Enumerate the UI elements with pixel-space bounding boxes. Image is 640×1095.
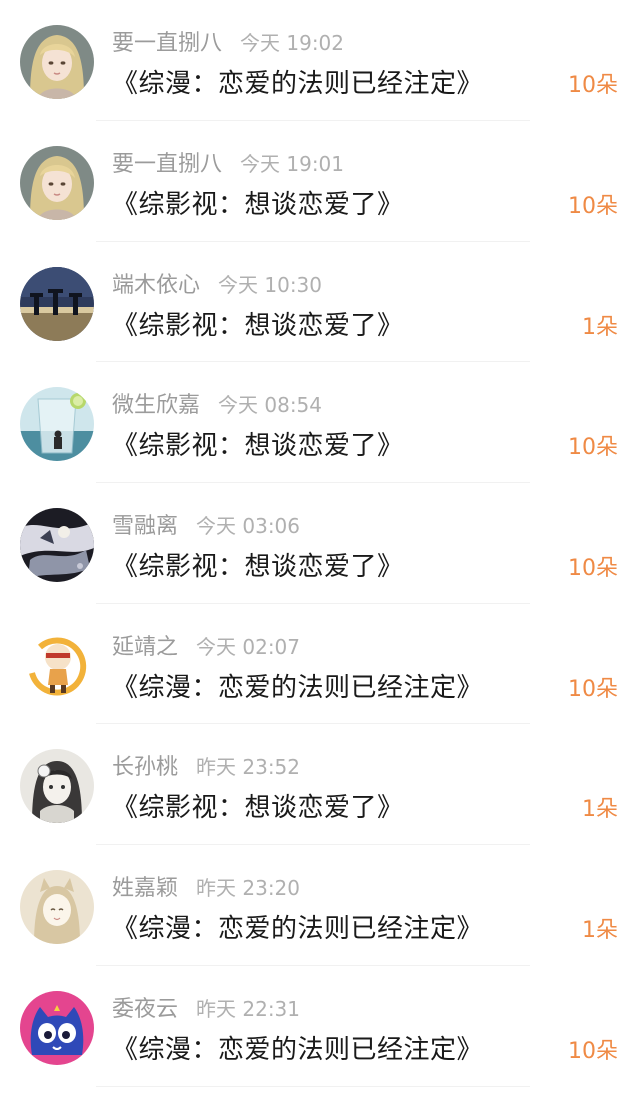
user-name[interactable]: 端木依心: [112, 273, 200, 298]
flower-count: 10朵: [568, 435, 618, 461]
flower-count: 10朵: [568, 73, 618, 98]
book-title[interactable]: 《综影视：想谈恋爱了》: [112, 306, 404, 346]
flower-count: 10朵: [568, 676, 618, 702]
user-name[interactable]: 雪融离: [112, 514, 178, 539]
glass-avatar-icon[interactable]: [20, 387, 94, 462]
list-item[interactable]: 要一直捌八 今天 19:02 《综漫：恋爱的法则已经注定》 10朵: [0, 0, 640, 121]
item-meta: 雪融离 今天 03:06: [112, 509, 300, 543]
girl-avatar-icon[interactable]: [20, 25, 94, 99]
sketch-avatar-icon[interactable]: [20, 749, 94, 824]
timestamp: 昨天 22:31: [196, 996, 301, 1021]
user-name[interactable]: 委夜云: [112, 997, 178, 1022]
flower-count: 1朵: [582, 314, 618, 340]
item-meta: 延靖之 今天 02:07: [112, 630, 300, 664]
flower-count: 10朵: [568, 556, 618, 582]
list-item[interactable]: 要一直捌八 今天 19:01 《综影视：想谈恋爱了》 10朵: [0, 121, 640, 242]
list-item[interactable]: 端木依心 今天 10:30 《综影视：想谈恋爱了》 1朵: [0, 242, 640, 363]
timestamp: 昨天 23:20: [196, 876, 301, 901]
list-item[interactable]: 长孙桃 昨天 23:52 《综影视：想谈恋爱了》 1朵: [0, 724, 640, 846]
item-meta: 要一直捌八 今天 19:02: [112, 26, 344, 60]
flower-count: 1朵: [582, 797, 618, 823]
timestamp: 今天 02:07: [196, 634, 301, 659]
list-item[interactable]: 延靖之 今天 02:07 《综漫：恋爱的法则已经注定》 10朵: [0, 604, 640, 725]
book-title[interactable]: 《综影视：想谈恋爱了》: [112, 426, 404, 466]
item-meta: 长孙桃 昨天 23:52: [112, 750, 300, 784]
book-title[interactable]: 《综漫：恋爱的法则已经注定》: [112, 1030, 483, 1070]
item-meta: 姓嘉颖 昨天 23:20: [112, 871, 300, 905]
cartoon-avatar-icon[interactable]: [20, 628, 94, 703]
book-title[interactable]: 《综影视：想谈恋爱了》: [112, 788, 404, 828]
user-name[interactable]: 微生欣嘉: [112, 393, 200, 418]
book-title[interactable]: 《综影视：想谈恋爱了》: [112, 547, 404, 587]
book-title[interactable]: 《综影视：想谈恋爱了》: [112, 185, 404, 225]
item-meta: 要一直捌八 今天 19:01: [112, 147, 344, 181]
flower-count: 10朵: [568, 194, 618, 219]
divider: [96, 1085, 530, 1087]
timestamp: 今天 03:06: [196, 514, 301, 539]
gift-record-list: 要一直捌八 今天 19:02 《综漫：恋爱的法则已经注定》 10朵 要一直捌八 今天…: [0, 0, 640, 1095]
timestamp: 昨天 23:52: [196, 755, 301, 780]
book-title[interactable]: 《综漫：恋爱的法则已经注定》: [112, 668, 483, 708]
user-name[interactable]: 要一直捌八: [112, 152, 222, 177]
silhouette-avatar-icon[interactable]: [20, 266, 94, 341]
timestamp: 今天 19:02: [240, 31, 345, 55]
user-name[interactable]: 延靖之: [112, 635, 178, 660]
list-item[interactable]: 微生欣嘉 今天 08:54 《综影视：想谈恋爱了》 10朵: [0, 362, 640, 484]
girl-avatar-icon[interactable]: [20, 146, 94, 220]
flower-count: 1朵: [582, 918, 618, 944]
timestamp: 今天 08:54: [218, 393, 323, 418]
item-meta: 端木依心 今天 10:30: [112, 268, 322, 302]
cat-girl-avatar-icon[interactable]: [20, 870, 94, 945]
user-name[interactable]: 要一直捌八: [112, 31, 222, 56]
list-item[interactable]: 姓嘉颖 昨天 23:20 《综漫：恋爱的法则已经注定》 1朵: [0, 845, 640, 966]
flower-count: 10朵: [568, 1038, 618, 1064]
list-item[interactable]: 委夜云 昨天 22:31 《综漫：恋爱的法则已经注定》 10朵: [0, 966, 640, 1087]
timestamp: 今天 19:01: [240, 152, 345, 176]
anime-avatar-icon[interactable]: [20, 508, 94, 583]
item-meta: 微生欣嘉 今天 08:54: [112, 388, 322, 422]
user-name[interactable]: 长孙桃: [112, 755, 178, 780]
blue-cat-avatar-icon[interactable]: [20, 990, 94, 1065]
book-title[interactable]: 《综漫：恋爱的法则已经注定》: [112, 909, 483, 949]
list-item[interactable]: 雪融离 今天 03:06 《综影视：想谈恋爱了》 10朵: [0, 483, 640, 604]
timestamp: 今天 10:30: [218, 272, 323, 297]
book-title[interactable]: 《综漫：恋爱的法则已经注定》: [112, 64, 483, 104]
item-meta: 委夜云 昨天 22:31: [112, 992, 300, 1026]
user-name[interactable]: 姓嘉颖: [112, 876, 178, 901]
